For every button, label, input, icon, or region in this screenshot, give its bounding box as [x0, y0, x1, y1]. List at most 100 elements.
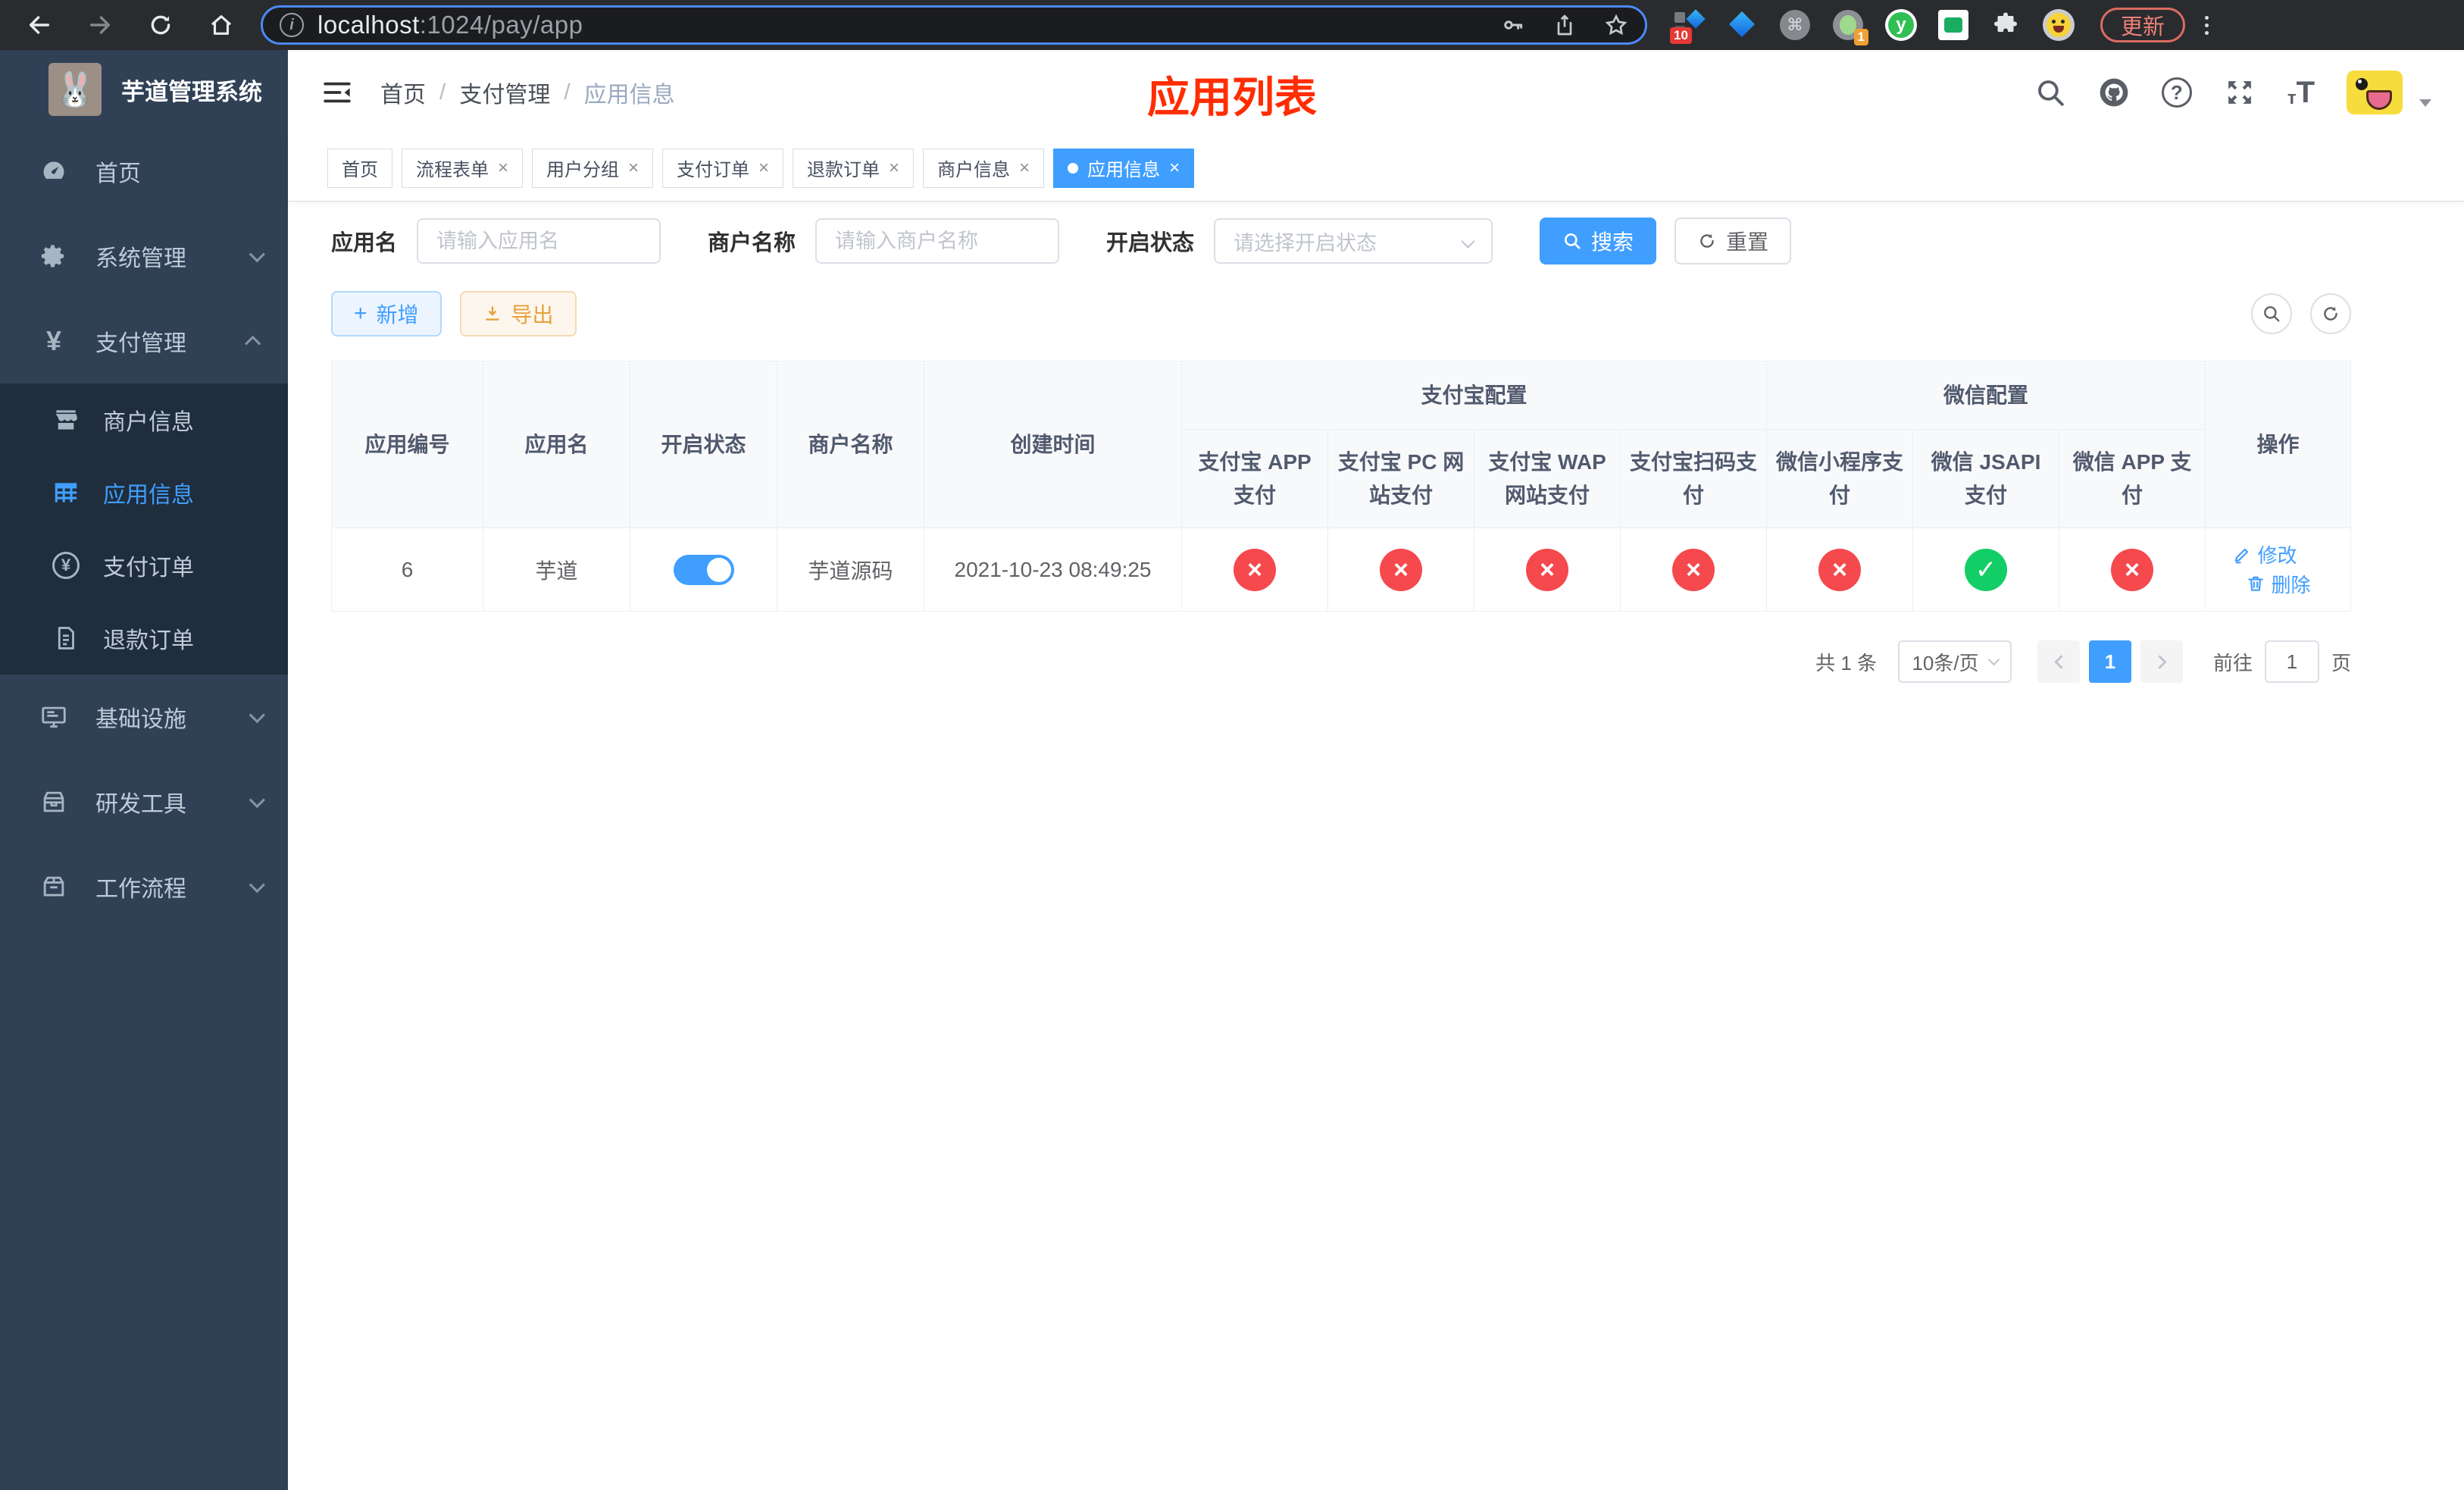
github-icon[interactable]: [2098, 77, 2130, 108]
monitor-icon: [36, 703, 71, 731]
workflow-box-icon: [36, 872, 71, 901]
merchant-name-input[interactable]: [815, 218, 1060, 264]
chrome-menu-icon[interactable]: [2199, 15, 2215, 35]
breadcrumb-home[interactable]: 首页: [380, 76, 426, 109]
chevron-up-icon: [245, 335, 261, 352]
site-info-icon[interactable]: i: [280, 13, 304, 37]
col-group-wechat: 微信配置: [1766, 361, 2206, 430]
close-icon[interactable]: ×: [758, 158, 769, 177]
fullscreen-icon[interactable]: [2224, 77, 2256, 108]
sidebar-item-infrastructure[interactable]: 基础设施: [0, 675, 288, 759]
col-group-alipay: 支付宝配置: [1180, 361, 1768, 430]
sidebar-item-home[interactable]: 首页: [0, 129, 288, 214]
search-icon[interactable]: [2034, 77, 2066, 108]
extension-yudao-icon[interactable]: y: [1885, 9, 1917, 41]
next-page-button[interactable]: [2140, 640, 2184, 683]
sidebar-item-label: 退款订单: [103, 628, 194, 653]
extension-blocks-icon[interactable]: 10: [1670, 9, 1706, 44]
chrome-update-button[interactable]: 更新: [2100, 8, 2186, 42]
close-icon[interactable]: ×: [628, 158, 639, 177]
dashboard-icon: [36, 157, 71, 186]
tag-refund-order[interactable]: 退款订单 ×: [793, 148, 915, 188]
close-icon[interactable]: ×: [1169, 158, 1180, 177]
tag-merchant-info[interactable]: 商户信息 ×: [923, 148, 1045, 188]
cell-created: 2021-10-23 08:49:25: [924, 527, 1182, 612]
extension-dot-icon[interactable]: 1: [1832, 9, 1868, 45]
pagination: 共 1 条 10条/页 1 前往 页: [331, 640, 2351, 683]
tag-app-info-active[interactable]: 应用信息 ×: [1053, 148, 1195, 188]
extension-chat-icon[interactable]: [1938, 10, 1968, 40]
app-frame: 🐰 芋道管理系统 首页 系统管理 ¥ 支付管理 商户信息 应用信息 ¥ 支付订单…: [0, 50, 2464, 1490]
close-icon[interactable]: ×: [498, 158, 508, 177]
chevron-down-icon: [249, 876, 265, 893]
col-header-alipay-app: 支付宝 APP 支付: [1181, 429, 1328, 528]
sidebar-item-pay-order[interactable]: ¥ 支付订单: [0, 529, 288, 602]
extension-command-icon[interactable]: ⌘: [1779, 9, 1811, 41]
grid-table-icon: [50, 478, 82, 507]
url-path: :1024/pay/app: [419, 11, 583, 39]
help-icon[interactable]: ?: [2161, 77, 2192, 108]
cell-app-id: 6: [331, 527, 483, 612]
search-button[interactable]: 搜索: [1540, 218, 1657, 265]
app-list-page: 应用名 商户名称 开启状态 请选择开启状态: [288, 202, 2464, 683]
password-key-icon[interactable]: [1501, 13, 1525, 37]
export-button[interactable]: 导出: [459, 291, 577, 337]
url-bar[interactable]: i localhost:1024/pay/app: [261, 5, 1647, 45]
status-toggle[interactable]: [673, 554, 734, 585]
yen-icon: ¥: [45, 325, 62, 356]
alipay-wap-status-icon: ×: [1526, 548, 1568, 591]
close-icon[interactable]: ×: [889, 158, 899, 177]
prev-page-button[interactable]: [2037, 640, 2081, 683]
alipay-pc-status-icon: ×: [1380, 548, 1422, 591]
close-icon[interactable]: ×: [1019, 158, 1030, 177]
chevron-down-icon: [249, 706, 265, 723]
forward-icon[interactable]: [85, 10, 115, 40]
tag-home[interactable]: 首页: [327, 148, 392, 188]
screen: i localhost:1024/pay/app 10 ⌘ 1 y 更新 🐰 芋…: [0, 0, 2464, 1490]
sidebar-item-app-info[interactable]: 应用信息: [0, 456, 288, 529]
goto-page-input[interactable]: [2265, 640, 2320, 683]
add-button[interactable]: + 新增: [331, 291, 442, 337]
col-header-alipay-wap: 支付宝 WAP 网站支付: [1474, 429, 1621, 528]
profile-avatar-icon[interactable]: [2043, 9, 2075, 41]
edit-link[interactable]: 修改: [2232, 540, 2297, 568]
reload-icon[interactable]: [145, 10, 176, 40]
col-header-alipay-pc: 支付宝 PC 网站支付: [1327, 429, 1474, 528]
current-page[interactable]: 1: [2089, 640, 2132, 683]
tag-process-form[interactable]: 流程表单 ×: [402, 148, 524, 188]
sidebar-collapse-icon[interactable]: [321, 77, 353, 108]
extension-kite-icon[interactable]: [1726, 9, 1758, 41]
breadcrumb: 首页 / 支付管理 / 应用信息: [380, 76, 675, 109]
bookmark-star-icon[interactable]: [1604, 13, 1628, 37]
user-avatar[interactable]: [2347, 70, 2403, 114]
col-header-wechat-jsapi: 微信 JSAPI 支付: [1912, 429, 2060, 528]
refresh-button[interactable]: [2310, 293, 2352, 334]
breadcrumb-section[interactable]: 支付管理: [459, 76, 550, 109]
sidebar-item-label: 支付管理: [95, 331, 186, 356]
sidebar-item-payment[interactable]: ¥ 支付管理: [0, 299, 288, 383]
chevron-down-icon: [249, 246, 265, 262]
hide-search-button[interactable]: [2251, 293, 2293, 334]
delete-link[interactable]: 删除: [2246, 570, 2311, 598]
extensions-puzzle-icon[interactable]: [1990, 9, 2022, 41]
font-size-icon[interactable]: тT: [2287, 77, 2315, 108]
avatar-caret-icon[interactable]: [2419, 99, 2432, 107]
sidebar-item-system[interactable]: 系统管理: [0, 214, 288, 299]
sidebar-item-dev-tools[interactable]: 研发工具: [0, 759, 288, 844]
app-title: 芋道管理系统: [121, 78, 262, 105]
page-size-select[interactable]: 10条/页: [1898, 640, 2012, 683]
share-icon[interactable]: [1553, 13, 1577, 37]
app-name-input[interactable]: [417, 218, 661, 264]
tag-pay-order[interactable]: 支付订单 ×: [662, 148, 784, 188]
tag-user-group[interactable]: 用户分组 ×: [532, 148, 654, 188]
breadcrumb-separator: /: [439, 80, 446, 105]
reset-button[interactable]: 重置: [1674, 218, 1792, 265]
sidebar-item-refund-order[interactable]: 退款订单: [0, 602, 288, 675]
back-icon[interactable]: [24, 10, 55, 40]
sidebar-item-label: 基础设施: [95, 707, 186, 732]
sidebar-item-workflow[interactable]: 工作流程: [0, 844, 288, 929]
home-icon[interactable]: [206, 10, 236, 40]
status-select[interactable]: 请选择开启状态: [1214, 218, 1493, 264]
col-header-created: 创建时间: [924, 361, 1182, 528]
sidebar-item-merchant-info[interactable]: 商户信息: [0, 383, 288, 456]
